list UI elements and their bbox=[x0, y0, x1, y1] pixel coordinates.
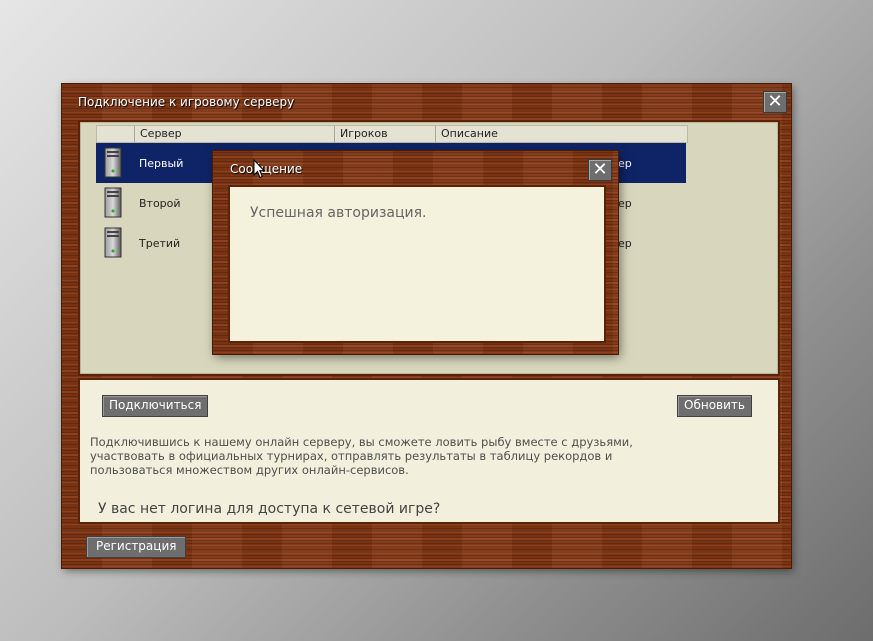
server-tower-icon bbox=[104, 147, 122, 178]
info-text: Подключившись к нашему онлайн серверу, в… bbox=[90, 435, 633, 477]
no-login-prompt: У вас нет логина для доступа к сетевой и… bbox=[98, 501, 441, 517]
header-server[interactable]: Сервер bbox=[135, 126, 335, 142]
server-description: ер bbox=[618, 157, 632, 170]
server-name: Второй bbox=[139, 197, 181, 210]
dialog-message: Успешная авторизация. bbox=[250, 205, 427, 221]
server-tower-icon bbox=[104, 187, 122, 218]
header-players[interactable]: Игроков bbox=[335, 126, 436, 142]
register-button[interactable]: Регистрация bbox=[86, 536, 187, 558]
dialog-body: Успешная авторизация. bbox=[228, 185, 606, 343]
server-tower-icon bbox=[104, 227, 122, 258]
window-title: Подключение к игровому серверу bbox=[78, 95, 295, 109]
mouse-cursor-icon bbox=[253, 159, 265, 179]
server-description: ер bbox=[618, 237, 632, 250]
message-dialog: Сообщение ✕ Успешная авторизация. bbox=[213, 151, 618, 354]
close-icon[interactable]: ✕ bbox=[588, 159, 612, 181]
table-header: Сервер Игроков Описание bbox=[96, 125, 688, 143]
dialog-title: Сообщение bbox=[230, 162, 303, 176]
server-name: Третий bbox=[139, 237, 181, 250]
header-description[interactable]: Описание bbox=[436, 126, 687, 142]
header-icon-column bbox=[97, 126, 135, 142]
refresh-button[interactable]: Обновить bbox=[677, 395, 752, 417]
server-name: Первый bbox=[139, 157, 184, 170]
server-description: ер bbox=[618, 197, 632, 210]
close-icon[interactable]: ✕ bbox=[763, 91, 787, 113]
connection-panel: Подключиться Обновить Подключившись к на… bbox=[78, 378, 780, 524]
connect-button[interactable]: Подключиться bbox=[102, 395, 209, 417]
